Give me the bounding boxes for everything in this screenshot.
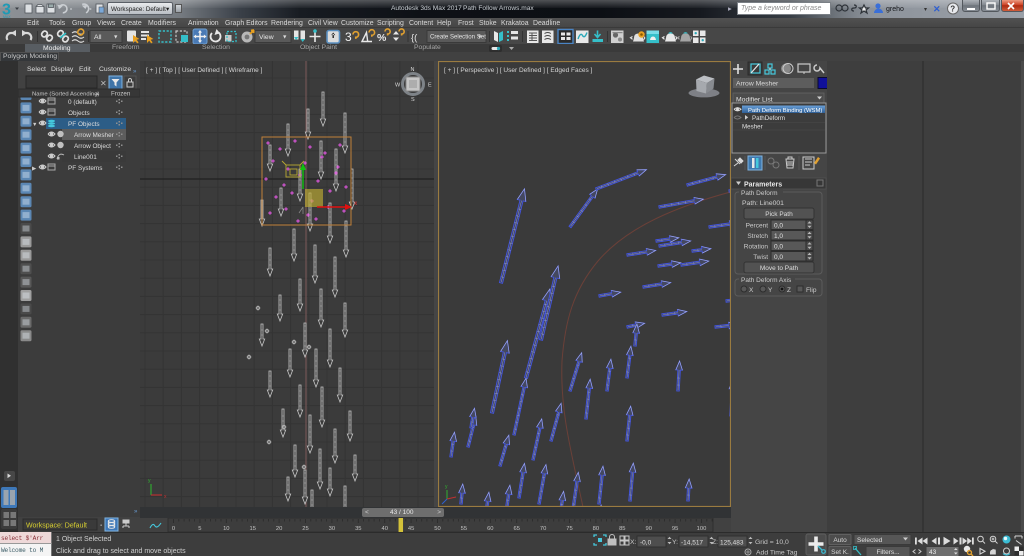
svg-text:View: View xyxy=(259,34,274,41)
svg-text:PathDeform: PathDeform xyxy=(752,115,785,122)
svg-text:PF Systems: PF Systems xyxy=(68,165,102,172)
svg-text:Line001: Line001 xyxy=(74,154,97,161)
svg-text:Path Deform Binding (WSM): Path Deform Binding (WSM) xyxy=(748,108,822,114)
svg-text:3: 3 xyxy=(345,30,352,44)
svg-text:Rotation: Rotation xyxy=(744,244,769,251)
svg-text:▪: ▪ xyxy=(100,523,102,529)
svg-text:Z:: Z: xyxy=(712,539,718,546)
svg-text:W: W xyxy=(395,83,401,89)
svg-text:43: 43 xyxy=(929,549,937,556)
svg-text:Move to Path: Move to Path xyxy=(760,265,799,272)
svg-text:E: E xyxy=(428,83,432,89)
svg-text:✕: ✕ xyxy=(933,4,941,14)
svg-text:{(: {( xyxy=(411,33,418,44)
svg-text:Auto: Auto xyxy=(833,537,847,544)
svg-text:Customize: Customize xyxy=(99,66,131,73)
svg-text:[ + ] [ Perspective ] [ User D: [ + ] [ Perspective ] [ User Defined ] [… xyxy=(444,67,592,74)
svg-text:PF Objects: PF Objects xyxy=(68,121,100,128)
svg-text:▼: ▼ xyxy=(32,122,37,128)
svg-text:Mesher: Mesher xyxy=(742,123,763,130)
svg-text:Pick Path: Pick Path xyxy=(765,211,793,218)
svg-text:Name (Sorted Ascending): Name (Sorted Ascending) xyxy=(32,92,99,98)
svg-text:Percent: Percent xyxy=(746,223,769,230)
svg-text:Objects: Objects xyxy=(68,110,90,117)
svg-text:Add Time Tag: Add Time Tag xyxy=(756,550,798,556)
svg-text:Flip: Flip xyxy=(806,287,817,294)
svg-text:Filters...: Filters... xyxy=(876,549,899,556)
svg-text:N: N xyxy=(411,67,415,73)
svg-text:X:: X: xyxy=(630,539,637,546)
svg-text:Arrow Object: Arrow Object xyxy=(74,143,111,150)
svg-text:Arrow Mesher: Arrow Mesher xyxy=(74,132,115,139)
svg-text:1,0: 1,0 xyxy=(774,233,783,240)
svg-text:Grid = 10,0: Grid = 10,0 xyxy=(755,539,789,546)
svg-text:Y:: Y: xyxy=(672,539,678,546)
svg-text:Arrow Mesher: Arrow Mesher xyxy=(736,81,779,88)
svg-text:0,0: 0,0 xyxy=(774,254,783,261)
svg-text:MAX: MAX xyxy=(3,15,11,18)
svg-text:Selected: Selected xyxy=(857,537,883,544)
svg-text:Twist: Twist xyxy=(753,254,768,261)
svg-text:Path: Line001: Path: Line001 xyxy=(742,200,784,207)
svg-text:All: All xyxy=(94,34,102,41)
svg-text:[ + ] [ Top ] [ User Defined ]: [ + ] [ Top ] [ User Defined ] [ Wirefra… xyxy=(146,67,263,74)
svg-text:Select: Select xyxy=(27,66,46,73)
svg-text:Workspace: Default: Workspace: Default xyxy=(26,523,87,530)
svg-text:Edit: Edit xyxy=(79,66,91,73)
svg-text:▼: ▼ xyxy=(477,35,482,41)
svg-text:Set K.: Set K. xyxy=(831,549,849,556)
svg-text:Stretch: Stretch xyxy=(747,233,768,240)
svg-text:X: X xyxy=(749,287,754,294)
svg-text:-14,517: -14,517 xyxy=(681,540,703,547)
svg-text:S: S xyxy=(411,97,415,103)
svg-text:Y: Y xyxy=(768,287,773,294)
svg-text:Modifier List: Modifier List xyxy=(736,97,773,104)
svg-text:Parameters: Parameters xyxy=(744,182,782,189)
svg-text:greho: greho xyxy=(886,6,904,13)
svg-text:▼: ▼ xyxy=(113,35,118,41)
svg-text:Display: Display xyxy=(51,66,74,73)
svg-text:✕: ✕ xyxy=(100,79,107,88)
svg-text:-0,0: -0,0 xyxy=(640,540,652,547)
svg-text:0,0: 0,0 xyxy=(774,243,783,250)
svg-text:Path Deform Axis: Path Deform Axis xyxy=(741,277,792,284)
svg-text:▼: ▼ xyxy=(282,35,287,41)
svg-text:Frozen: Frozen xyxy=(111,91,131,98)
svg-text:Path Deform: Path Deform xyxy=(741,190,778,197)
svg-text:Z: Z xyxy=(787,287,791,294)
svg-text:?: ? xyxy=(950,5,955,14)
svg-text:▾: ▾ xyxy=(924,7,927,13)
svg-text:%: % xyxy=(377,32,387,44)
svg-text:0 (default): 0 (default) xyxy=(68,99,97,106)
svg-text:0,0: 0,0 xyxy=(774,222,783,229)
svg-text:125,483: 125,483 xyxy=(720,540,744,547)
